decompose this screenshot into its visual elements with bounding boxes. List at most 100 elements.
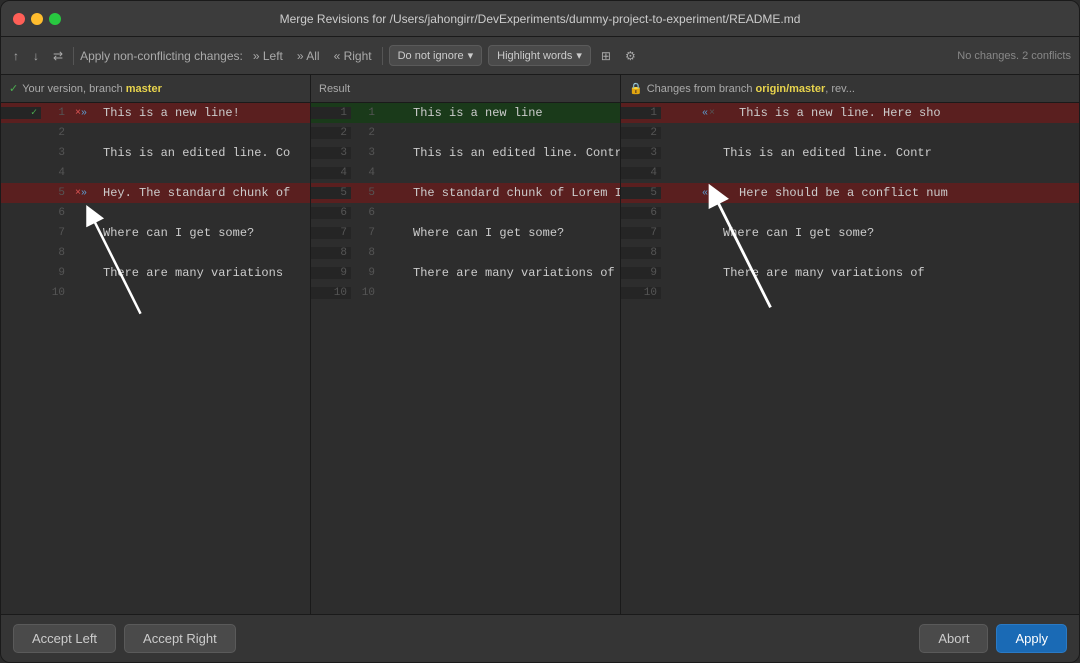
right-lnum-9: 9	[650, 267, 657, 279]
result-gutter-l-9: 9	[311, 267, 351, 279]
right-row-4: 4	[621, 163, 1079, 183]
window-title: Merge Revisions for /Users/jahongirr/Dev…	[280, 12, 801, 26]
left-linenum-1: 1	[41, 107, 65, 119]
grid-icon: ⊞	[601, 49, 611, 63]
result-gutter-l-4: 4	[311, 167, 351, 179]
apply-left-1-icon[interactable]: »	[81, 108, 87, 119]
result-lnum-8: 8	[340, 247, 347, 259]
left-row-4: 4	[1, 163, 310, 183]
right-lines: 1 « × This is a new line. Here sho 2	[621, 103, 1079, 303]
gear-icon: ⚙	[625, 49, 636, 63]
apply-left-5-icon[interactable]: »	[81, 188, 87, 199]
check-icon: ✓	[9, 82, 18, 95]
down-button[interactable]: ↓	[29, 47, 43, 65]
left-linenum-6: 6	[41, 207, 65, 219]
result-panel-header: Result	[311, 75, 620, 103]
result-lnum-1: 1	[340, 107, 347, 119]
left-panel-label: Your version, branch master	[22, 83, 162, 95]
accept-left-button[interactable]: Accept Left	[13, 624, 116, 653]
right-text-7: Where can I get some?	[717, 226, 1079, 240]
right-gutter-7: 7	[621, 227, 661, 239]
up-button[interactable]: ↑	[9, 47, 23, 65]
right-gutter-3: 3	[621, 147, 661, 159]
right-lnum-1: 1	[650, 107, 657, 119]
result-lnum-5: 5	[340, 187, 347, 199]
apply-right-1-icon[interactable]: «	[702, 108, 708, 119]
left-row-10: 10	[1, 283, 310, 303]
up-arrow-icon: ↑	[13, 49, 19, 63]
ignore-dropdown[interactable]: Do not ignore ▾	[389, 45, 483, 66]
right-panel-label: Changes from branch origin/master, rev..…	[647, 83, 855, 95]
result-row-1: 1 1 This is a new line	[311, 103, 620, 123]
left-panel-body: ✓ 1 × » This is a new line! 2	[1, 103, 310, 614]
settings-button[interactable]: ⚙	[621, 47, 640, 65]
minimize-button[interactable]	[31, 13, 43, 25]
apply-label: Apply non-conflicting changes:	[80, 49, 243, 63]
right-row-3: 3 This is an edited line. Contr	[621, 143, 1079, 163]
right-text-3: This is an edited line. Contr	[717, 146, 1079, 160]
toolbar: ↑ ↓ ⇄ Apply non-conflicting changes: » L…	[1, 37, 1079, 75]
bottom-left-buttons: Accept Left Accept Right	[13, 624, 236, 653]
result-row-8: 8 8	[311, 243, 620, 263]
result-rnum-5: 5	[351, 187, 375, 199]
left-linenum-9: 9	[41, 267, 65, 279]
left-text-5: Hey. The standard chunk of	[97, 186, 310, 200]
highlight-chevron-icon: ▾	[576, 49, 582, 62]
result-row-9: 9 9 There are many variations of p	[311, 263, 620, 283]
right-row-9: 9 There are many variations of	[621, 263, 1079, 283]
right-gutter-2: 2	[621, 127, 661, 139]
left-row-5: 5 × » Hey. The standard chunk of	[1, 183, 310, 203]
result-gutter-l-8: 8	[311, 247, 351, 259]
apply-right-button[interactable]: « Right	[330, 47, 376, 65]
right-lnum-7: 7	[650, 227, 657, 239]
separator-1	[73, 47, 74, 65]
right-gutter-6: 6	[621, 207, 661, 219]
right-controls-5: « ×	[685, 188, 733, 199]
abort-button[interactable]: Abort	[919, 624, 988, 653]
highlight-words-dropdown[interactable]: Highlight words ▾	[488, 45, 591, 66]
result-gutter-l-6: 6	[311, 207, 351, 219]
apply-all-button[interactable]: » All	[293, 47, 324, 65]
dropdown-chevron-icon: ▾	[468, 49, 474, 62]
right-x-5: ×	[709, 188, 715, 199]
result-rnum-8: 8	[351, 247, 375, 259]
left-linenum-7: 7	[41, 227, 65, 239]
accept-right-button[interactable]: Accept Right	[124, 624, 236, 653]
left-row-2: 2	[1, 123, 310, 143]
right-sep-1: ×	[709, 108, 715, 119]
left-row-1: ✓ 1 × » This is a new line!	[1, 103, 310, 123]
result-gutter-l-3: 3	[311, 147, 351, 159]
result-text-5: The standard chunk of Lorem Ip	[407, 186, 620, 200]
result-rnum-7: 7	[351, 227, 375, 239]
merge-icon-button[interactable]: ⇄	[49, 47, 67, 65]
highlight-words-label: Highlight words	[497, 50, 572, 62]
result-gutter-l-2: 2	[311, 127, 351, 139]
grid-icon-button[interactable]: ⊞	[597, 47, 615, 65]
right-row-8: 8	[621, 243, 1079, 263]
maximize-button[interactable]	[49, 13, 61, 25]
result-lines: 1 1 This is a new line 2 2	[311, 103, 620, 303]
apply-button[interactable]: Apply	[996, 624, 1067, 653]
apply-right-5-icon[interactable]: «	[702, 188, 708, 199]
accept-left-1-icon[interactable]: ✓	[31, 107, 37, 119]
bottom-right-buttons: Abort Apply	[919, 624, 1067, 653]
left-row-3: 3 This is an edited line. Co	[1, 143, 310, 163]
right-gutter-1: 1	[621, 107, 661, 119]
close-button[interactable]	[13, 13, 25, 25]
result-lnum-10: 10	[334, 287, 347, 299]
right-branch-name: origin/master	[756, 83, 826, 95]
right-gutter-8: 8	[621, 247, 661, 259]
apply-left-button[interactable]: » Left	[249, 47, 287, 65]
result-rnum-9: 9	[351, 267, 375, 279]
right-panel-header: 🔒 Changes from branch origin/master, rev…	[621, 75, 1079, 103]
right-row-2: 2	[621, 123, 1079, 143]
right-lnum-8: 8	[650, 247, 657, 259]
result-text-1: This is a new line	[407, 106, 620, 120]
right-text-5: Here should be a conflict num	[733, 186, 1079, 200]
result-row-7: 7 7 Where can I get some?	[311, 223, 620, 243]
traffic-lights	[13, 13, 61, 25]
left-panel: ✓ Your version, branch master ✓ 1 × »	[1, 75, 311, 614]
result-lnum-6: 6	[340, 207, 347, 219]
result-row-4: 4 4	[311, 163, 620, 183]
lock-icon: 🔒	[629, 82, 643, 95]
